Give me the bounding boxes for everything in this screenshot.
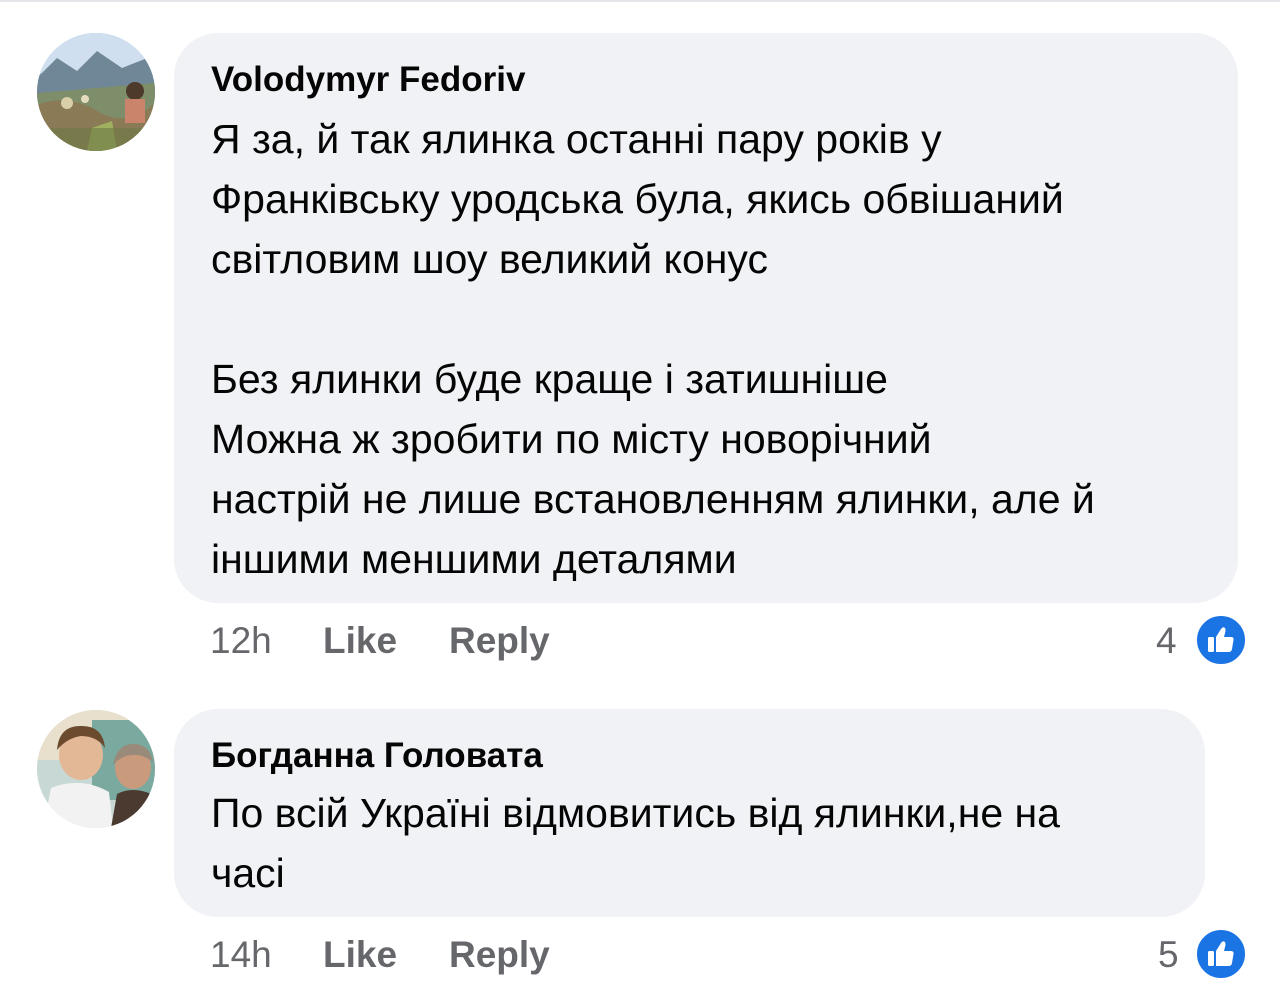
comment-bubble: Богданна Головата По всій Україні відмов…	[174, 709, 1205, 917]
comment-text-line: Без ялинки буде краще і затишніше	[211, 356, 888, 402]
comment-text: По всій Україні відмовитись від ялинки,н…	[211, 783, 1060, 903]
comment-author[interactable]: Богданна Головата	[211, 736, 543, 776]
comment-text: Я за, й так ялинка останні пару років у …	[211, 109, 1095, 589]
comment-text-line: світловим шоу великий конус	[211, 236, 768, 282]
author-avatar[interactable]	[37, 33, 155, 151]
people-photo-avatar-icon	[37, 710, 155, 828]
comment-bubble: Volodymyr Fedoriv Я за, й так ялинка ост…	[174, 33, 1238, 603]
comment-text-line: По всій Україні відмовитись від ялинки,н…	[211, 790, 1060, 836]
comment-text-line: часі	[211, 850, 285, 896]
comment-text-line: настрій не лише встановленням ялинки, ал…	[211, 476, 1095, 522]
comment-text-line: Я за, й так ялинка останні пару років у	[211, 116, 942, 162]
author-avatar[interactable]	[37, 710, 155, 828]
like-button[interactable]: Like	[323, 620, 397, 662]
comment-item: Богданна Головата По всій Україні відмов…	[0, 680, 1280, 992]
comment-timestamp[interactable]: 12h	[210, 620, 272, 662]
reply-button[interactable]: Reply	[449, 620, 550, 662]
like-button[interactable]: Like	[323, 934, 397, 976]
comment-text-line: Франківську уродська була, якись обвішан…	[211, 176, 1064, 222]
comment-author[interactable]: Volodymyr Fedoriv	[211, 60, 525, 100]
thumbs-up-icon	[1208, 627, 1234, 652]
reply-button[interactable]: Reply	[449, 934, 550, 976]
comment-timestamp[interactable]: 14h	[210, 934, 272, 976]
comment-text-line: іншими меншими деталями	[211, 536, 737, 582]
comment-text-line: Можна ж зробити по місту новорічний	[211, 416, 932, 462]
comment-text-line	[211, 289, 1095, 349]
reaction-count[interactable]: 5	[1158, 934, 1179, 976]
landscape-photo-avatar-icon	[37, 33, 155, 151]
reaction-count[interactable]: 4	[1156, 620, 1177, 662]
reaction-badge[interactable]	[1195, 928, 1247, 980]
reaction-badge[interactable]	[1195, 614, 1247, 666]
thumbs-up-icon	[1208, 941, 1234, 966]
comment-item: Volodymyr Fedoriv Я за, й так ялинка ост…	[0, 0, 1280, 680]
